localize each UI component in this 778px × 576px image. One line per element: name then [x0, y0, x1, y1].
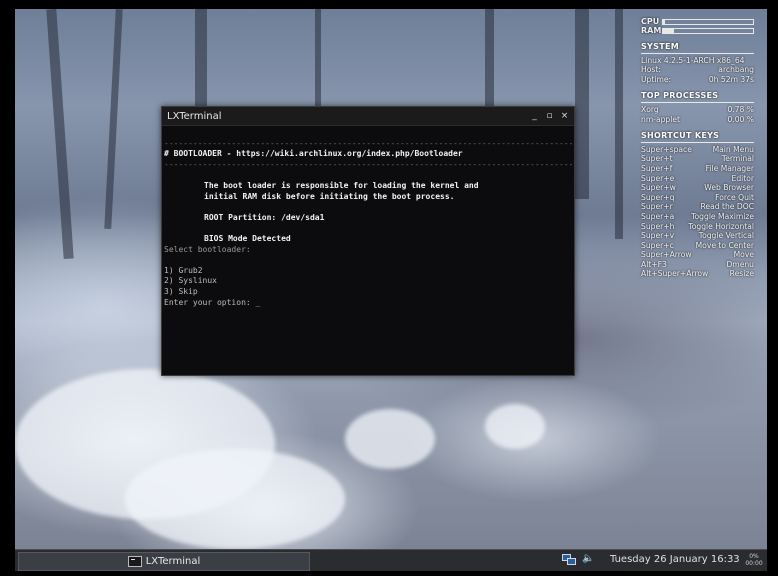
maximize-button[interactable]: ▫ [544, 111, 555, 121]
input-prompt[interactable]: Enter your option: _ [164, 298, 572, 309]
shortcut-key: Super+v [641, 231, 675, 241]
shortcut-action: Force Quit [715, 192, 754, 202]
network-icon[interactable] [562, 554, 576, 566]
shortcut-action: Web Browser [704, 183, 754, 193]
volume-icon[interactable]: 🔈 [582, 553, 594, 564]
select-prompt: Select bootloader: [164, 244, 251, 254]
shortcut-row: Super+Arrow Move [641, 250, 754, 260]
shortcut-action: Editor [731, 173, 754, 183]
shortcut-row: Super+a Toggle Maximize [641, 212, 754, 222]
shortcut-row: Super+r Read the DOC [641, 202, 754, 212]
shortcut-row: Super+e Editor [641, 174, 754, 184]
shortcut-key: Alt+Super+Arrow [641, 269, 709, 279]
root-partition-text: ROOT Partition: /dev/sda1 [204, 212, 325, 222]
bios-mode-text: BIOS Mode Detected [204, 233, 291, 243]
shortcut-key: Super+e [641, 173, 675, 183]
shortcut-key: Super+q [641, 192, 675, 202]
uptime-label: Uptime: [641, 74, 672, 84]
shortcut-key: Super+h [641, 221, 675, 231]
shortcut-list: Super+space Main Menu Super+t Terminal Sup… [641, 145, 754, 279]
heading-prefix: # [164, 149, 174, 159]
process-name: nm-applet [641, 114, 681, 124]
shortcut-row: Super+v Toggle Vertical [641, 231, 754, 241]
minimize-button[interactable]: _ [529, 111, 540, 121]
shortcut-row: Super+q Force Quit [641, 193, 754, 203]
shortcut-row: Super+t Terminal [641, 154, 754, 164]
shortcut-key: Super+t [641, 154, 673, 164]
uptime-value: 0h 52m 37s [708, 74, 754, 84]
shortcut-action: Resize [729, 269, 754, 279]
cpu-bar-fill [663, 19, 665, 24]
description-line: The boot loader is responsible for loadi… [204, 180, 479, 190]
shortcut-key: Super+space [641, 144, 692, 154]
shortcut-key: Super+Arrow [641, 250, 692, 260]
shortcut-action: Toggle Vertical [698, 231, 754, 241]
process-name: Xorg [641, 104, 659, 114]
shortcut-keys-heading: SHORTCUT KEYS [641, 131, 720, 141]
terminal-window[interactable]: LXTerminal _ ▫ × -----------------------… [161, 106, 575, 376]
terminal-titlebar[interactable]: LXTerminal _ ▫ × [162, 107, 574, 126]
clock[interactable]: Tuesday 26 January 16:33 [610, 554, 740, 565]
shortcut-action: File Manager [705, 163, 754, 173]
shortcut-row: Alt+Super+Arrow Resize [641, 269, 754, 279]
kernel-info: Linux 4.2.5-1-ARCH x86_64 [641, 55, 745, 65]
shortcut-action: Toggle Horizontal [688, 221, 754, 231]
process-value: 0.00 % [727, 114, 754, 124]
cpu-bar [662, 18, 754, 25]
terminal-output[interactable]: ----------------------------------------… [162, 126, 574, 308]
taskbar-item-lxterminal[interactable]: LXTerminal [18, 552, 310, 571]
ram-bar-fill [663, 28, 674, 33]
shortcut-row: Super+c Move to Center [641, 241, 754, 251]
heading-text: BOOTLOADER - https://wiki.archlinux.org/… [173, 149, 463, 159]
taskbar: LXTerminal 🔈 Tuesday 26 January 16:33 0%… [15, 549, 767, 571]
battery-icon[interactable]: 0% 00:00 [744, 553, 764, 567]
shortcut-key: Super+r [641, 202, 673, 212]
option-grub2: 1) Grub2 [164, 265, 203, 275]
option-skip: 3) Skip [164, 286, 198, 296]
system-heading: SYSTEM [641, 42, 679, 51]
process-row: Xorg 0.78 % [641, 105, 754, 115]
taskbar-item-label: LXTerminal [145, 556, 201, 567]
shortcut-action: Main Menu [712, 144, 754, 154]
window-title: LXTerminal [167, 110, 222, 122]
cpu-meter: CPU [641, 17, 754, 26]
ram-label: RAM [641, 25, 662, 35]
shortcut-key: Super+f [641, 163, 673, 173]
process-row: nm-applet 0.00 % [641, 115, 754, 125]
shortcut-action: Terminal [721, 154, 754, 164]
close-button[interactable]: × [559, 111, 570, 121]
shortcut-action: Move [733, 250, 754, 260]
host-value: archbang [718, 65, 754, 75]
shortcut-row: Super+w Web Browser [641, 183, 754, 193]
host-label: Host: [641, 65, 661, 75]
uptime-row: Uptime: 0h 52m 37s [641, 75, 754, 85]
battery-time: 00:00 [745, 560, 763, 567]
shortcut-action: Read the DOC [700, 202, 755, 212]
ram-bar [662, 27, 754, 34]
shortcut-action: Move to Center [695, 240, 754, 250]
shortcut-key: Super+c [641, 240, 674, 250]
system-monitor-panel: CPU RAM SYSTEM Linux 4.2.5-1-ARCH x86_64… [641, 17, 754, 279]
shortcut-row: Super+f File Manager [641, 164, 754, 174]
option-syslinux: 2) Syslinux [164, 276, 217, 286]
shortcut-row: Super+h Toggle Horizontal [641, 222, 754, 232]
terminal-icon [127, 556, 142, 567]
separator-rule: ----------------------------------------… [164, 159, 572, 169]
host-row: Host: archbang [641, 65, 754, 75]
top-processes-heading: TOP PROCESSES [641, 91, 719, 101]
separator-rule: ----------------------------------------… [164, 138, 572, 148]
shortcut-row: Super+space Main Menu [641, 145, 754, 155]
battery-percent: 0% [749, 553, 759, 560]
terminal-heading: # BOOTLOADER - https://wiki.archlinux.or… [164, 149, 572, 160]
description-line: initial RAM disk before initiating the b… [204, 191, 455, 201]
shortcut-action: Toggle Maximize [691, 211, 754, 221]
ram-meter: RAM [641, 26, 754, 35]
shortcut-key: Super+w [641, 183, 676, 193]
process-value: 0.78 % [727, 104, 754, 114]
shortcut-key: Super+a [641, 211, 675, 221]
